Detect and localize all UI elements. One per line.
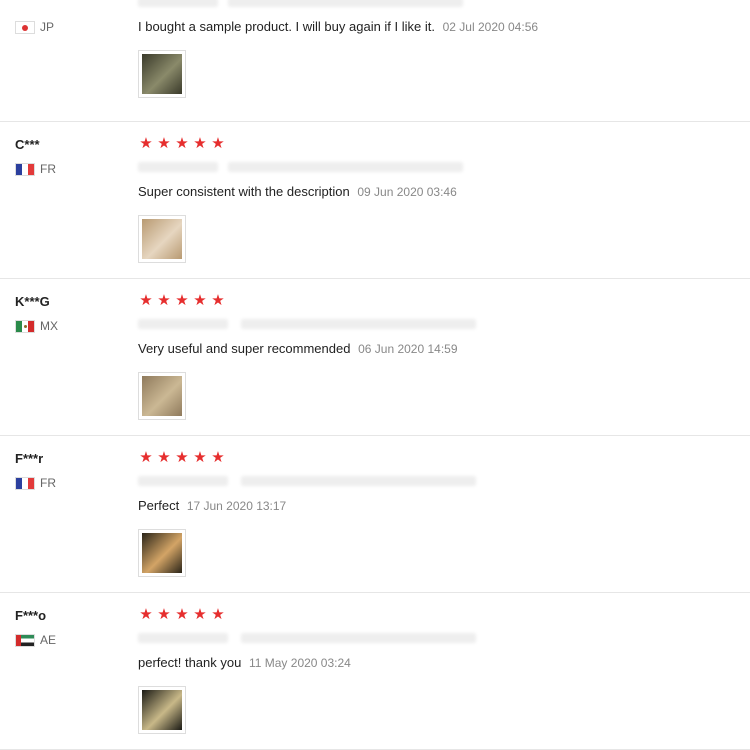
blurred-attributes [138,0,738,10]
review-photo [142,219,182,259]
review-text: Perfect [138,498,180,513]
review-date: 06 Jun 2020 14:59 [358,342,458,356]
star-icon: ★ [193,449,207,466]
star-icon: ★ [139,292,153,309]
blurred-attributes [138,630,738,646]
star-icon: ★ [211,606,225,623]
review-content: ★ ★ ★ ★ ★ perfect! thank you 11 May 2020 03:… [138,607,738,734]
star-rating: ★ ★ ★ ★ ★ [138,136,738,152]
flag-ae-icon [15,633,35,647]
reviewer-info: F***o AE [15,607,125,647]
reviewer-country: FR [15,476,125,490]
reviewer-name [15,0,125,12]
star-icon: ★ [193,606,207,623]
star-rating: ★ ★ ★ ★ ★ [138,293,738,309]
reviewer-info: JP [15,0,125,34]
reviewer-country: MX [15,319,125,333]
review-photo [142,690,182,730]
review-content: ★ ★ ★ ★ ★ Perfect 17 Jun 2020 13:17 [138,450,738,577]
review-text-line: Very useful and super recommended 06 Jun… [138,340,738,358]
star-icon: ★ [139,606,153,623]
review-item: F***o AE ★ ★ ★ ★ ★ perfect! thank you 11 May… [0,593,750,750]
star-icon: ★ [157,449,171,466]
review-text: perfect! thank you [138,655,242,670]
review-item: F***r FR ★ ★ ★ ★ ★ Perfect 17 Jun 2020 13:17 [0,436,750,593]
star-icon: ★ [157,292,171,309]
reviewer-info: K***G MX [15,293,125,333]
review-item: C*** FR ★ ★ ★ ★ ★ Super consistent with the … [0,122,750,279]
star-rating: ★ ★ ★ ★ ★ [138,607,738,623]
reviewer-name: K***G [15,294,50,309]
review-date: 02 Jul 2020 04:56 [442,20,539,34]
review-text-line: Super consistent with the description 09… [138,183,738,201]
star-rating: ★ ★ ★ ★ ★ [138,450,738,466]
review-content: ★ ★ ★ ★ ★ Very useful and super recommended … [138,293,738,420]
review-date: 09 Jun 2020 03:46 [357,185,457,199]
star-icon: ★ [211,292,225,309]
star-icon: ★ [175,292,189,309]
reviewer-name: F***r [15,451,44,466]
star-icon: ★ [193,292,207,309]
star-icon: ★ [175,606,189,623]
review-date: 17 Jun 2020 13:17 [186,499,287,513]
country-code: AE [40,633,57,647]
review-photo-thumbnail[interactable] [138,372,186,420]
country-code: JP [40,20,55,34]
star-icon: ★ [175,135,189,152]
review-item: K***G MX ★ ★ ★ ★ ★ Very useful and super rec… [0,279,750,436]
review-text: I bought a sample product. I will buy ag… [138,19,435,34]
review-photo-thumbnail[interactable] [138,686,186,734]
star-icon: ★ [175,449,189,466]
reviewer-name: F***o [15,608,47,623]
star-icon: ★ [157,135,171,152]
review-content: I bought a sample product. I will buy ag… [138,0,738,98]
country-code: FR [40,162,56,176]
reviewer-country: FR [15,162,125,176]
review-photo-thumbnail[interactable] [138,215,186,263]
flag-fr-icon [15,476,35,490]
country-code: MX [40,319,58,333]
review-text-line: Perfect 17 Jun 2020 13:17 [138,497,738,515]
star-icon: ★ [211,135,225,152]
flag-fr-icon [15,162,35,176]
review-text: Super consistent with the description [138,184,350,199]
review-photo-thumbnail[interactable] [138,529,186,577]
reviewer-info: F***r FR [15,450,125,490]
review-photo-thumbnail[interactable] [138,50,186,98]
blurred-attributes [138,473,738,489]
star-icon: ★ [157,606,171,623]
star-icon: ★ [193,135,207,152]
review-text-line: I bought a sample product. I will buy ag… [138,18,738,36]
star-icon: ★ [211,449,225,466]
reviewer-country: AE [15,633,125,647]
review-text: Very useful and super recommended [138,341,351,356]
review-text-line: perfect! thank you 11 May 2020 03:24 [138,654,738,672]
reviewer-country: JP [15,20,125,34]
review-photo [142,54,182,94]
blurred-attributes [138,316,738,332]
star-icon: ★ [139,135,153,152]
review-content: ★ ★ ★ ★ ★ Super consistent with the descript… [138,136,738,263]
review-date: 11 May 2020 03:24 [248,656,351,670]
blurred-attributes [138,159,738,175]
country-code: FR [40,476,56,490]
review-photo [142,376,182,416]
review-photo [142,533,182,573]
reviewer-info: C*** FR [15,136,125,176]
flag-jp-icon [15,20,35,34]
star-icon: ★ [139,449,153,466]
review-item: JP I bought a sample product. I will buy… [0,0,750,122]
reviewer-name: C*** [15,137,40,152]
flag-mx-icon [15,319,35,333]
